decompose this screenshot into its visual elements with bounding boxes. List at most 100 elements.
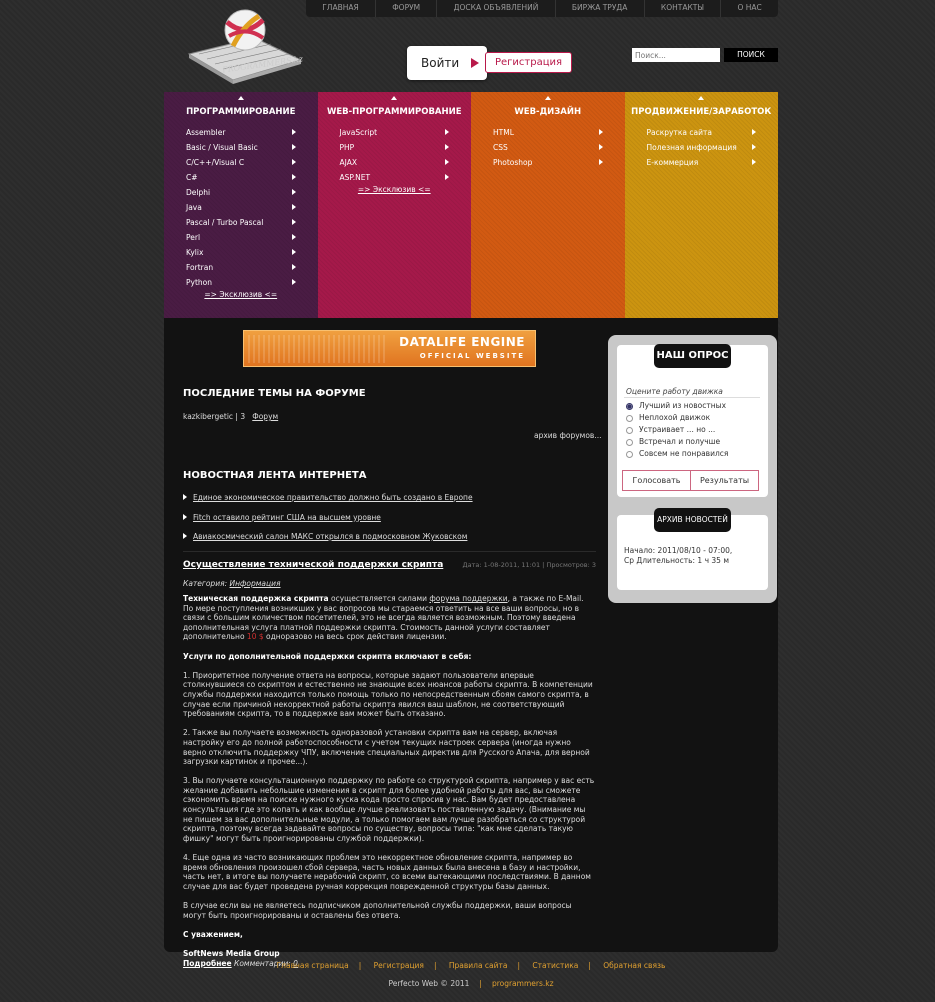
category-item[interactable]: CSS [493,140,603,155]
support-forum-link[interactable]: форума поддержки [429,594,507,603]
footer-link-rules[interactable]: Правила сайта [449,961,508,970]
category-item[interactable]: Python [186,275,296,290]
chevron-right-icon [752,144,756,150]
category-item[interactable]: PHP [340,140,449,155]
category-programming: ПРОГРАММИРОВАНИЕ Assembler Basic / Visua… [164,92,318,318]
poll-option[interactable]: Устраивает ... но ... [626,424,728,436]
category-item[interactable]: JavaScript [340,125,449,140]
datalife-banner[interactable]: DATALIFE ENGINE OFFICIAL WEBSITE [243,330,536,367]
poll-option[interactable]: Совсем не понравился [626,448,728,460]
divider [624,397,760,398]
archive-info: Начало: 2011/08/10 - 07:00, Ср Длительно… [624,546,732,565]
chevron-right-icon [445,129,449,135]
category-item[interactable]: Pascal / Turbo Pascal [186,215,296,230]
radio-icon[interactable] [626,426,633,434]
footer-copyright: Perfecto Web © 2011 | programmers.kz [388,979,554,988]
category-item[interactable]: Basic / Visual Basic [186,140,296,155]
chevron-right-icon [291,264,296,270]
forum-heading: ПОСЛЕДНИЕ ТЕМЫ НА ФОРУМЕ [183,388,366,399]
poll-option[interactable]: Лучший из новостных [626,400,728,412]
news-item[interactable]: Авиакосмический салон МАКС открылся в по… [183,532,473,542]
category-item[interactable]: Delphi [186,185,296,200]
footer-link-home[interactable]: Главная страница [277,961,349,970]
site-logo[interactable] [185,8,307,86]
category-item[interactable]: Полезная информация [647,140,756,155]
paragraph-4: 4. Еще одна из часто возникающих проблем… [183,853,591,891]
poll-question: Оцените работу движка [626,387,723,396]
forum-count: 3 [240,412,246,421]
footer-link-stats[interactable]: Статистика [532,961,578,970]
category-item[interactable]: Java [186,200,296,215]
poll-option[interactable]: Встречал и получше [626,436,728,448]
results-button[interactable]: Результаты [690,470,759,491]
exclusive-link[interactable]: => Эксклюзив <= [164,290,318,299]
vote-button[interactable]: Голосовать [622,470,691,491]
paragraph-2: 2. Также вы получаете возможность однора… [183,728,590,767]
category-item[interactable]: Раскрутка сайта [647,125,756,140]
register-button[interactable]: Регистрация [485,52,572,73]
poll-option[interactable]: Неплохой движок [626,412,728,424]
price: 10 $ [246,632,264,642]
footer-link-register[interactable]: Регистрация [374,961,424,970]
chevron-right-icon [752,129,756,135]
news-item[interactable]: Единое экономическое правительство должн… [183,493,473,503]
chevron-right-icon [445,159,449,165]
article-body: Техническая поддержка скрипта осуществля… [183,594,596,968]
category-item[interactable]: Assembler [186,125,296,140]
category-item[interactable]: Photoshop [493,155,603,170]
triangle-up-icon [544,96,551,100]
nav-board[interactable]: ДОСКА ОБЪЯВЛЕНИЙ [437,0,556,17]
category-title[interactable]: ПРОГРАММИРОВАНИЕ [164,106,318,119]
nav-contacts[interactable]: КОНТАКТЫ [645,0,722,17]
chevron-right-icon [445,174,449,180]
archive-title[interactable]: АРХИВ НОВОСТЕЙ [654,508,731,532]
chevron-right-icon [752,159,756,165]
globe-icon [224,9,266,51]
archive-start: Начало: 2011/08/10 - 07:00, [624,546,733,555]
category-title[interactable]: ПРОДВИЖЕНИЕ/ЗАРАБОТОК [625,106,779,119]
chevron-right-icon [291,219,296,225]
arrow-right-icon [471,58,479,68]
category-item[interactable]: HTML [493,125,603,140]
site-link[interactable]: programmers.kz [492,979,554,988]
banner-subtitle: OFFICIAL WEBSITE [419,352,525,360]
article-title[interactable]: Осуществление технической поддержки скри… [183,560,443,570]
news-item[interactable]: Fitch оставило рейтинг США на высшем уро… [183,513,473,523]
search-button[interactable]: ПОИСК [724,48,778,62]
article-intro: Техническая поддержка скрипта осуществля… [183,594,584,642]
category-item[interactable]: Kylix [186,245,296,260]
login-button[interactable]: Войти [407,46,487,80]
copyright-text: Perfecto Web © 2011 [388,979,470,988]
triangle-up-icon [391,96,398,100]
exclusive-link[interactable]: => Эксклюзив <= [318,185,472,194]
category-item[interactable]: C# [186,170,296,185]
forum-link[interactable]: Форум [252,412,278,421]
nav-main[interactable]: ГЛАВНАЯ [306,0,376,17]
category-item[interactable]: ASP.NET [340,170,449,185]
category-item[interactable]: AJAX [340,155,449,170]
category-item[interactable]: Fortran [186,260,296,275]
nav-about[interactable]: О НАС [721,0,778,17]
forum-archive-link[interactable]: архив форумов... [534,431,602,440]
bullet-icon [183,533,187,539]
radio-icon[interactable] [626,438,633,446]
footer-link-feedback[interactable]: Обратная связь [603,961,665,970]
category-title[interactable]: WEB-ПРОГРАММИРОВАНИЕ [318,106,472,119]
radio-icon[interactable] [626,414,633,422]
category-item[interactable]: Perl [186,230,296,245]
category-title[interactable]: WEB-ДИЗАЙН [471,106,625,119]
chevron-right-icon [291,174,296,180]
chevron-right-icon [291,144,296,150]
radio-icon[interactable] [626,450,633,458]
nav-forum[interactable]: ФОРУМ [376,0,438,17]
category-web-programming: WEB-ПРОГРАММИРОВАНИЕ JavaScript PHP AJAX… [317,92,472,318]
radio-selected-icon[interactable] [626,402,633,410]
nav-jobs[interactable]: БИРЖА ТРУДА [556,0,645,17]
category-item[interactable]: C/C++/Visual C [186,155,296,170]
category-item[interactable]: Е-коммерция [647,155,756,170]
category-web-design: WEB-ДИЗАЙН HTML CSS Photoshop [471,92,625,318]
search-input[interactable] [632,48,720,62]
article-category-link[interactable]: Информация [230,579,281,588]
news-list: Единое экономическое правительство должн… [183,493,473,552]
triangle-up-icon [698,96,705,100]
